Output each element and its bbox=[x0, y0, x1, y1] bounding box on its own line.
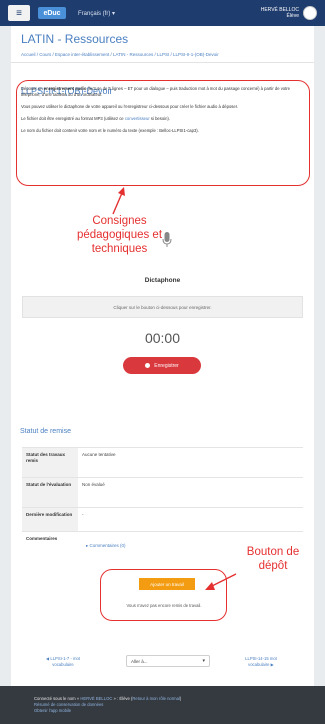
annotation-bouton: Bouton de dépôt bbox=[246, 546, 300, 572]
add-submission-button[interactable]: Ajouter un travail bbox=[139, 578, 195, 590]
record-button-label: Enregistrer bbox=[154, 362, 179, 369]
divider bbox=[11, 62, 314, 63]
chevron-down-icon: ▾ bbox=[202, 658, 205, 664]
page-title: LATIN - Ressources bbox=[21, 32, 129, 46]
language-selector[interactable]: Français (fr) ▾ bbox=[78, 10, 115, 17]
annotation-consignes: Consignes pédagogiques et techniques bbox=[76, 215, 163, 255]
submission-note: Vous n'avez pas encore remis de travail. bbox=[126, 603, 202, 608]
user-menu[interactable]: HERVÉ BELLOC Élève bbox=[261, 7, 299, 19]
mobile-app-link[interactable]: Obtenir l'app mobile bbox=[34, 708, 71, 713]
table-row: Dernière modification - bbox=[22, 507, 303, 532]
record-button[interactable]: Enregistrer bbox=[123, 357, 201, 374]
jump-to-label: Aller à... bbox=[131, 658, 148, 664]
record-dot-icon bbox=[145, 363, 151, 368]
breadcrumb[interactable]: Accueil / Cours / Espace inter-établisse… bbox=[21, 52, 219, 57]
hamburger-icon[interactable]: ≡ bbox=[8, 5, 30, 21]
data-retention-link[interactable]: Résumé de conservation de données bbox=[34, 702, 103, 707]
top-navbar: ≡ eDuc Français (fr) ▾ HERVÉ BELLOC Élèv… bbox=[0, 0, 325, 26]
jump-to-select[interactable]: Aller à... ▾ bbox=[126, 655, 210, 667]
previous-activity-link[interactable]: ◀ LLPSI-1-7 - mot vocabulaire bbox=[38, 656, 88, 667]
dictaphone-hint: Cliquer sur le bouton ci-dessous pour en… bbox=[22, 296, 303, 318]
table-row: Statut des travaux remis Aucune tentativ… bbox=[22, 447, 303, 478]
annotation-box-submit bbox=[100, 569, 227, 621]
annotation-box-instructions bbox=[16, 80, 310, 186]
next-activity-link[interactable]: LLPSI-14-15 mot vocabulaire ▶ bbox=[236, 656, 286, 667]
site-logo[interactable]: eDuc bbox=[38, 7, 66, 19]
comments-toggle[interactable]: ▸ Commentaires (0) bbox=[86, 543, 126, 549]
avatar[interactable] bbox=[303, 6, 317, 20]
microphone-icon bbox=[162, 232, 172, 247]
dictaphone-title: Dictaphone bbox=[144, 277, 181, 284]
recording-timer: 00:00 bbox=[144, 330, 181, 346]
submission-status-table: Statut des travaux remis Aucune tentativ… bbox=[22, 447, 303, 554]
table-row: Statut de l'évaluation Non évalué bbox=[22, 477, 303, 508]
return-role-link[interactable]: Retour à mon rôle normal bbox=[132, 696, 179, 701]
footer: Connecté sous le nom « HERVÉ BELLOC » : … bbox=[0, 686, 325, 724]
submission-status-title: Statut de remise bbox=[20, 428, 71, 435]
user-role: Élève bbox=[286, 13, 299, 19]
user-profile-link[interactable]: HERVÉ BELLOC bbox=[80, 696, 112, 701]
